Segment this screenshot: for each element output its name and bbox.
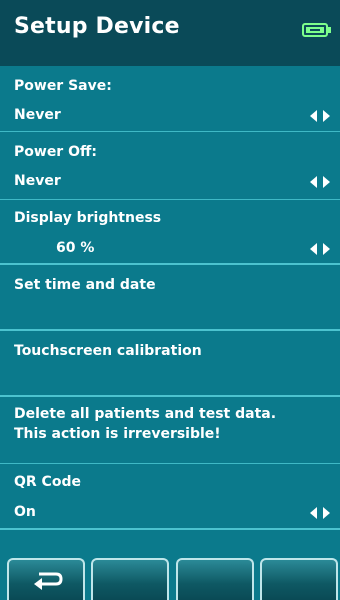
power-off-setting[interactable]: Power Off: Never — [0, 131, 340, 195]
divider — [0, 528, 340, 530]
battery-icon — [302, 23, 331, 37]
back-arrow-icon — [34, 572, 63, 590]
touchscreen-calibration-label: Touchscreen calibration — [14, 343, 202, 359]
footer-bar — [0, 558, 340, 600]
left-right-arrows-icon[interactable] — [310, 507, 330, 519]
soft-key-button-3[interactable] — [176, 558, 254, 600]
soft-key-button-4[interactable] — [260, 558, 338, 600]
page-title: Setup Device — [14, 14, 180, 39]
set-time-date-button[interactable]: Set time and date — [0, 265, 340, 329]
power-off-label: Power Off: — [14, 144, 97, 160]
left-right-arrows-icon[interactable] — [310, 243, 330, 255]
left-right-arrows-icon[interactable] — [310, 110, 330, 122]
delete-all-line2: This action is irreversible! — [14, 426, 221, 442]
display-brightness-setting[interactable]: Display brightness 60 % — [0, 199, 340, 265]
set-time-date-label: Set time and date — [14, 277, 156, 293]
delete-all-data-button[interactable]: Delete all patients and test data. This … — [0, 397, 340, 461]
left-right-arrows-icon[interactable] — [310, 176, 330, 188]
qr-code-value: On — [14, 504, 36, 520]
qr-code-label: QR Code — [14, 474, 81, 490]
header-bar: Setup Device — [0, 0, 340, 66]
qr-code-setting[interactable]: QR Code On — [0, 463, 340, 529]
power-save-value: Never — [14, 107, 61, 123]
power-save-setting[interactable]: Power Save: Never — [0, 66, 340, 131]
soft-key-button-2[interactable] — [91, 558, 169, 600]
power-off-value: Never — [14, 173, 61, 189]
touchscreen-calibration-button[interactable]: Touchscreen calibration — [0, 331, 340, 395]
back-button[interactable] — [7, 558, 85, 600]
delete-all-line1: Delete all patients and test data. — [14, 406, 277, 422]
power-save-label: Power Save: — [14, 78, 112, 94]
display-brightness-label: Display brightness — [14, 210, 162, 226]
display-brightness-value: 60 % — [56, 240, 95, 256]
